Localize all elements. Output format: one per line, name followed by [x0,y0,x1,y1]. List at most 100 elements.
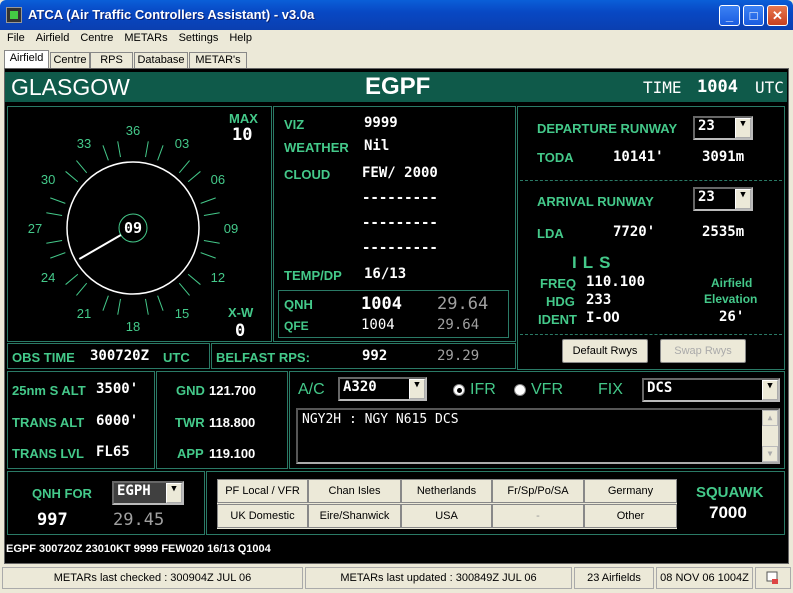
gnd-freq: 121.700 [209,383,256,398]
obs-time-label: OBS TIME [12,350,75,365]
resize-grip-icon[interactable] [755,567,791,589]
squawk-label: SQUAWK [696,484,764,501]
region-uk-domestic[interactable]: UK Domestic [217,504,308,528]
lda-ft: 7720' [613,224,656,240]
region-other[interactable]: Other [584,504,677,528]
rose-tick [102,295,109,311]
app-icon [6,7,22,23]
qnh-value: 1004 [361,294,402,314]
region-netherlands[interactable]: Netherlands [401,479,492,503]
menu-file[interactable]: File [0,30,29,44]
menu-help[interactable]: Help [222,30,256,44]
rose-tick [145,141,149,158]
wind-direction: 09 [124,219,142,237]
menu-centre[interactable]: Centre [73,30,117,44]
menu-settings[interactable]: Settings [172,30,223,44]
region-chan-isles[interactable]: Chan Isles [308,479,401,503]
rose-label: 36 [126,123,140,138]
tab-metars[interactable]: METAR's [189,52,247,68]
region-fr-sp-po-sa[interactable]: Fr/Sp/Po/SA [492,479,584,503]
qnh-for-inhg: 29.45 [113,510,165,530]
status-metars-updated: METARs last updated : 300849Z JUL 06 [305,567,572,589]
toda-ft: 10141' [613,149,664,165]
rose-tick [203,212,220,216]
status-bar: METARs last checked : 300904Z JUL 06 MET… [0,565,793,593]
trans-lvl-value: FL65 [96,444,130,460]
arrival-runway-select[interactable]: 23 ▼ [693,187,753,211]
ac-label: A/C [298,381,325,398]
ils-ident-label: IDENT [538,312,577,327]
ils-label: ILS [572,253,617,272]
belfast-rps-inhg: 29.29 [437,348,480,364]
chevron-up-icon[interactable]: ▲ [762,410,778,426]
arrival-runway-value: 23 [698,189,715,205]
alt-label: 25nm S ALT [12,383,86,398]
route-scrollbar[interactable]: ▲ ▼ [762,410,778,462]
departure-runway-select[interactable]: 23 ▼ [693,116,753,140]
arrival-runway-label: ARRIVAL RUNWAY [537,194,654,209]
belfast-rps-label: BELFAST RPS: [216,350,310,365]
ils-hdg: 233 [586,292,612,308]
tab-centre[interactable]: Centre [50,52,90,68]
rose-tick [187,171,201,183]
chevron-down-icon: ▼ [735,189,751,209]
cloud-label: CLOUD [284,167,331,182]
maximize-button[interactable]: □ [743,5,764,26]
qnh-label: QNH [284,297,313,312]
aircraft-select[interactable]: A320 ▼ [338,377,427,401]
minimize-button[interactable]: _ [719,5,740,26]
airfield-header: GLASGOW EGPF TIME 1004 UTC [5,72,787,102]
rose-tick [65,273,79,285]
fix-select[interactable]: DCS ▼ [642,378,780,402]
app-label: APP [177,446,204,461]
qnh-airfield-select[interactable]: EGPH ▼ [112,481,184,505]
ifr-radio[interactable] [453,384,465,396]
rose-label: 24 [41,270,55,285]
elevation-value: 26' [719,309,745,325]
alt-value: 3500' [96,381,139,397]
window-title: ATCA (Air Traffic Controllers Assistant)… [28,7,315,22]
tab-rps[interactable]: RPS [90,52,133,68]
obs-utc: UTC [163,350,190,365]
rose-tick [117,298,121,315]
default-runways-button[interactable]: Default Rwys [562,339,648,363]
region-pf-local-vfr[interactable]: PF Local / VFR [217,479,308,503]
qnh-for-label: QNH FOR [32,486,92,501]
region-blank[interactable]: - [492,504,584,528]
tab-database[interactable]: Database [134,52,188,68]
fix-value: DCS [647,380,673,396]
rose-tick [203,240,220,244]
close-button[interactable]: ✕ [767,5,788,26]
region-germany[interactable]: Germany [584,479,677,503]
runway-divider [520,334,782,335]
vfr-radio[interactable] [514,384,526,396]
rose-tick [50,197,66,204]
qnh-for-value: 997 [37,510,68,530]
tab-airfield[interactable]: Airfield [4,50,49,68]
route-textarea[interactable]: NGY2H : NGY N615 DCS ▲ ▼ [296,408,780,464]
rose-tick [157,295,164,311]
route-text: NGY2H : NGY N615 DCS [302,412,459,427]
swap-runways-button[interactable]: Swap Rwys [660,339,746,363]
rose-tick [50,252,66,259]
trans-alt-label: TRANS ALT [12,415,85,430]
rose-tick [76,282,88,296]
runway-divider [520,180,782,181]
menu-metars[interactable]: METARs [117,30,171,44]
temp-label: TEMP/DP [284,268,342,283]
fix-label: FIX [598,381,623,398]
time-utc: UTC [755,78,784,97]
ils-freq: 110.100 [586,274,646,290]
chevron-down-icon[interactable]: ▼ [762,446,778,462]
region-eire-shanwick[interactable]: Eire/Shanwick [308,504,401,528]
rose-tick [200,197,216,204]
qnh-airfield-value: EGPH [117,483,151,499]
ifr-label: IFR [470,381,496,398]
weather-value: Nil [364,138,390,154]
lda-m: 2535m [702,224,745,240]
menu-airfield[interactable]: Airfield [29,30,74,44]
qfe-value: 1004 [361,317,395,333]
rose-label: 15 [175,306,189,321]
cloud-layer-2: --------- [362,190,438,206]
region-usa[interactable]: USA [401,504,492,528]
